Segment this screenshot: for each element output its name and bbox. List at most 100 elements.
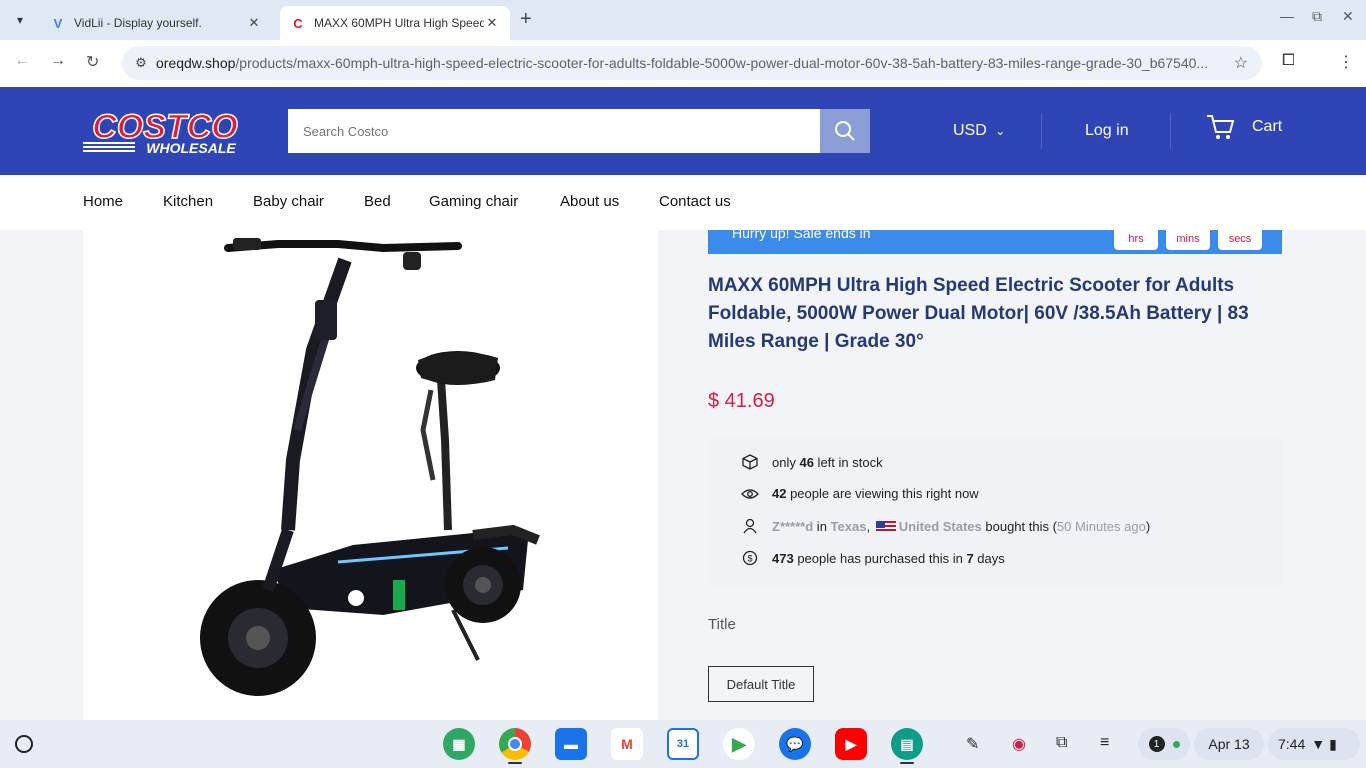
play-store-icon[interactable]: ▶ <box>723 728 755 760</box>
nav-item-baby-chair[interactable]: Baby chair <box>253 193 324 210</box>
viewing-row: 42 people are viewing this right now <box>740 486 979 501</box>
stock-pre: only <box>772 454 800 470</box>
browser-tab-bar: ▾ V VidLii - Display yourself. ✕ C MAXX … <box>0 0 1366 40</box>
clock-time: 7:44 <box>1278 736 1306 752</box>
stock-row: only 46 left in stock <box>740 454 883 470</box>
viewing-text: people are viewing this right now <box>786 486 979 501</box>
youtube-icon[interactable]: ▶ <box>835 728 867 760</box>
date-display[interactable]: Apr 13 <box>1194 728 1264 760</box>
calendar-day: 31 <box>676 738 690 750</box>
classroom-icon[interactable]: ▤ <box>891 728 923 760</box>
nav-item-home[interactable]: Home <box>83 193 123 210</box>
login-link[interactable]: Log in <box>1085 122 1129 140</box>
cart-icon[interactable] <box>1205 113 1235 146</box>
us-flag-icon <box>875 521 896 534</box>
currency-label: USD <box>953 122 987 139</box>
product-title: MAXX 60MPH Ultra High Speed Electric Sco… <box>708 275 1249 352</box>
reload-icon[interactable]: ↻ <box>86 52 99 72</box>
stock-info-box: only 46 left in stock 42 people are view… <box>708 438 1282 586</box>
active-app-indicator <box>508 762 522 764</box>
variant-label: Title <box>708 616 736 633</box>
chrome-icon[interactable] <box>499 728 531 760</box>
eye-icon <box>740 488 760 500</box>
nav-item-bed[interactable]: Bed <box>364 193 391 210</box>
product-price: $ 41.69 <box>708 390 775 412</box>
nav-item-contact-us[interactable]: Contact us <box>659 193 731 210</box>
logo-wholesale-text: WHOLESALE <box>146 140 236 155</box>
nav-item-kitchen[interactable]: Kitchen <box>163 193 213 210</box>
variant-option-default-title[interactable]: Default Title <box>708 666 814 702</box>
address-bar[interactable]: ⚙ oreqdw.shop/products/maxx-60mph-ultra-… <box>122 46 1262 80</box>
timer-mins: mins <box>1166 230 1210 250</box>
launcher-icon[interactable] <box>15 735 33 753</box>
clipboard-icon[interactable]: ⧉ <box>1056 734 1067 752</box>
site-header: COSTCO WHOLESALE USD ⌄ Log in Cart <box>0 87 1366 175</box>
browser-toolbar: ← → ↻ ⚙ oreqdw.shop/products/maxx-60mph-… <box>0 40 1366 87</box>
tab-title: MAXX 60MPH Ultra High Speed <box>314 16 484 30</box>
buyer-bought: bought this ( <box>981 518 1057 534</box>
minimize-icon[interactable]: — <box>1280 8 1294 24</box>
system-tray[interactable]: 7:44 ▼ ▮ <box>1268 728 1360 760</box>
extensions-puzzle-icon[interactable]: ⧠ <box>1282 52 1295 70</box>
calendar-icon[interactable]: 31 <box>667 728 699 760</box>
bookmark-star-icon[interactable]: ☆ <box>1234 53 1248 73</box>
header-divider <box>1041 113 1042 149</box>
tab-search-chevron-icon[interactable]: ▾ <box>8 8 32 32</box>
close-icon[interactable]: ✕ <box>246 15 262 31</box>
buyer-name: Z*****d <box>772 518 814 534</box>
buyer-in: in <box>813 518 831 534</box>
purchased-count: 473 <box>772 550 794 566</box>
os-taskbar: ▦ ▬ M 31 ▶ 💬 ▶ ▤ ✎ ◉ ⧉ ≡ 1 Apr 13 7:44 ▼… <box>0 720 1366 768</box>
costco-logo[interactable]: COSTCO WHOLESALE <box>83 107 248 156</box>
chevron-down-icon: ⌄ <box>995 124 1006 138</box>
maximize-icon[interactable]: ⧉ <box>1312 8 1322 25</box>
active-app-indicator <box>900 762 914 764</box>
cart-link[interactable]: Cart <box>1252 118 1282 136</box>
url-text[interactable]: oreqdw.shop/products/maxx-60mph-ultra-hi… <box>156 55 1226 71</box>
tab-costco-scooter[interactable]: C MAXX 60MPH Ultra High Speed ✕ <box>280 6 510 40</box>
messages-icon[interactable]: 💬 <box>779 728 811 760</box>
forward-arrow-icon[interactable]: → <box>50 52 66 70</box>
site-info-icon[interactable]: ⚙ <box>126 55 156 71</box>
new-tab-plus-icon[interactable]: + <box>520 8 532 31</box>
currency-selector[interactable]: USD ⌄ <box>953 122 1005 140</box>
stock-count: 46 <box>799 454 814 470</box>
purchased-text: people has purchased this in <box>793 550 967 566</box>
pen-icon[interactable]: ✎ <box>966 734 979 754</box>
stock-post: left in stock <box>813 454 883 470</box>
notification-tray[interactable]: 1 <box>1138 728 1190 760</box>
back-arrow-icon[interactable]: ← <box>14 52 30 70</box>
search-input[interactable] <box>288 109 820 153</box>
browser-menu-icon[interactable]: ⋮ <box>1338 52 1354 72</box>
buyer-close: ) <box>1145 518 1151 534</box>
purchased-days-label: days <box>973 550 1005 566</box>
sale-timer-bar: Hurry up! Sale ends in hrs mins secs <box>708 225 1282 254</box>
timer-hrs: hrs <box>1114 230 1158 250</box>
search-button[interactable] <box>820 109 870 153</box>
user-icon <box>740 518 760 534</box>
recent-buyer-row: Z*****d in Texas, United States bought t… <box>740 518 1150 534</box>
tab-vidlii[interactable]: V VidLii - Display yourself. ✕ <box>40 6 272 40</box>
vidlii-icon: V <box>53 15 63 31</box>
header-divider <box>1170 113 1171 149</box>
nav-item-gaming-chair[interactable]: Gaming chair <box>429 193 518 210</box>
gmail-icon[interactable]: M <box>611 728 643 760</box>
app-grid-icon[interactable]: ▦ <box>443 728 475 760</box>
timer-text: Hurry up! Sale ends in <box>732 225 871 241</box>
notification-count: 1 <box>1148 736 1165 752</box>
window-close-icon[interactable]: ✕ <box>1342 8 1354 25</box>
svg-text:$: $ <box>747 554 752 564</box>
dollar-coin-icon: $ <box>740 550 760 566</box>
tab-title: VidLii - Display yourself. <box>74 16 202 30</box>
battery-icon: ▮ <box>1329 735 1337 752</box>
nav-item-about-us[interactable]: About us <box>560 193 619 210</box>
close-icon[interactable]: ✕ <box>484 15 500 31</box>
buyer-time: 50 Minutes ago <box>1056 518 1146 534</box>
media-playlist-icon[interactable]: ≡ <box>1100 734 1109 752</box>
screen-record-icon[interactable]: ◉ <box>1012 734 1026 754</box>
url-host: oreqdw.shop <box>156 55 236 71</box>
files-icon[interactable]: ▬ <box>555 728 587 760</box>
product-image[interactable] <box>83 230 658 720</box>
buyer-comma: , <box>866 518 871 534</box>
purchased-row: $ 473 people has purchased this in 7 day… <box>740 550 1005 566</box>
